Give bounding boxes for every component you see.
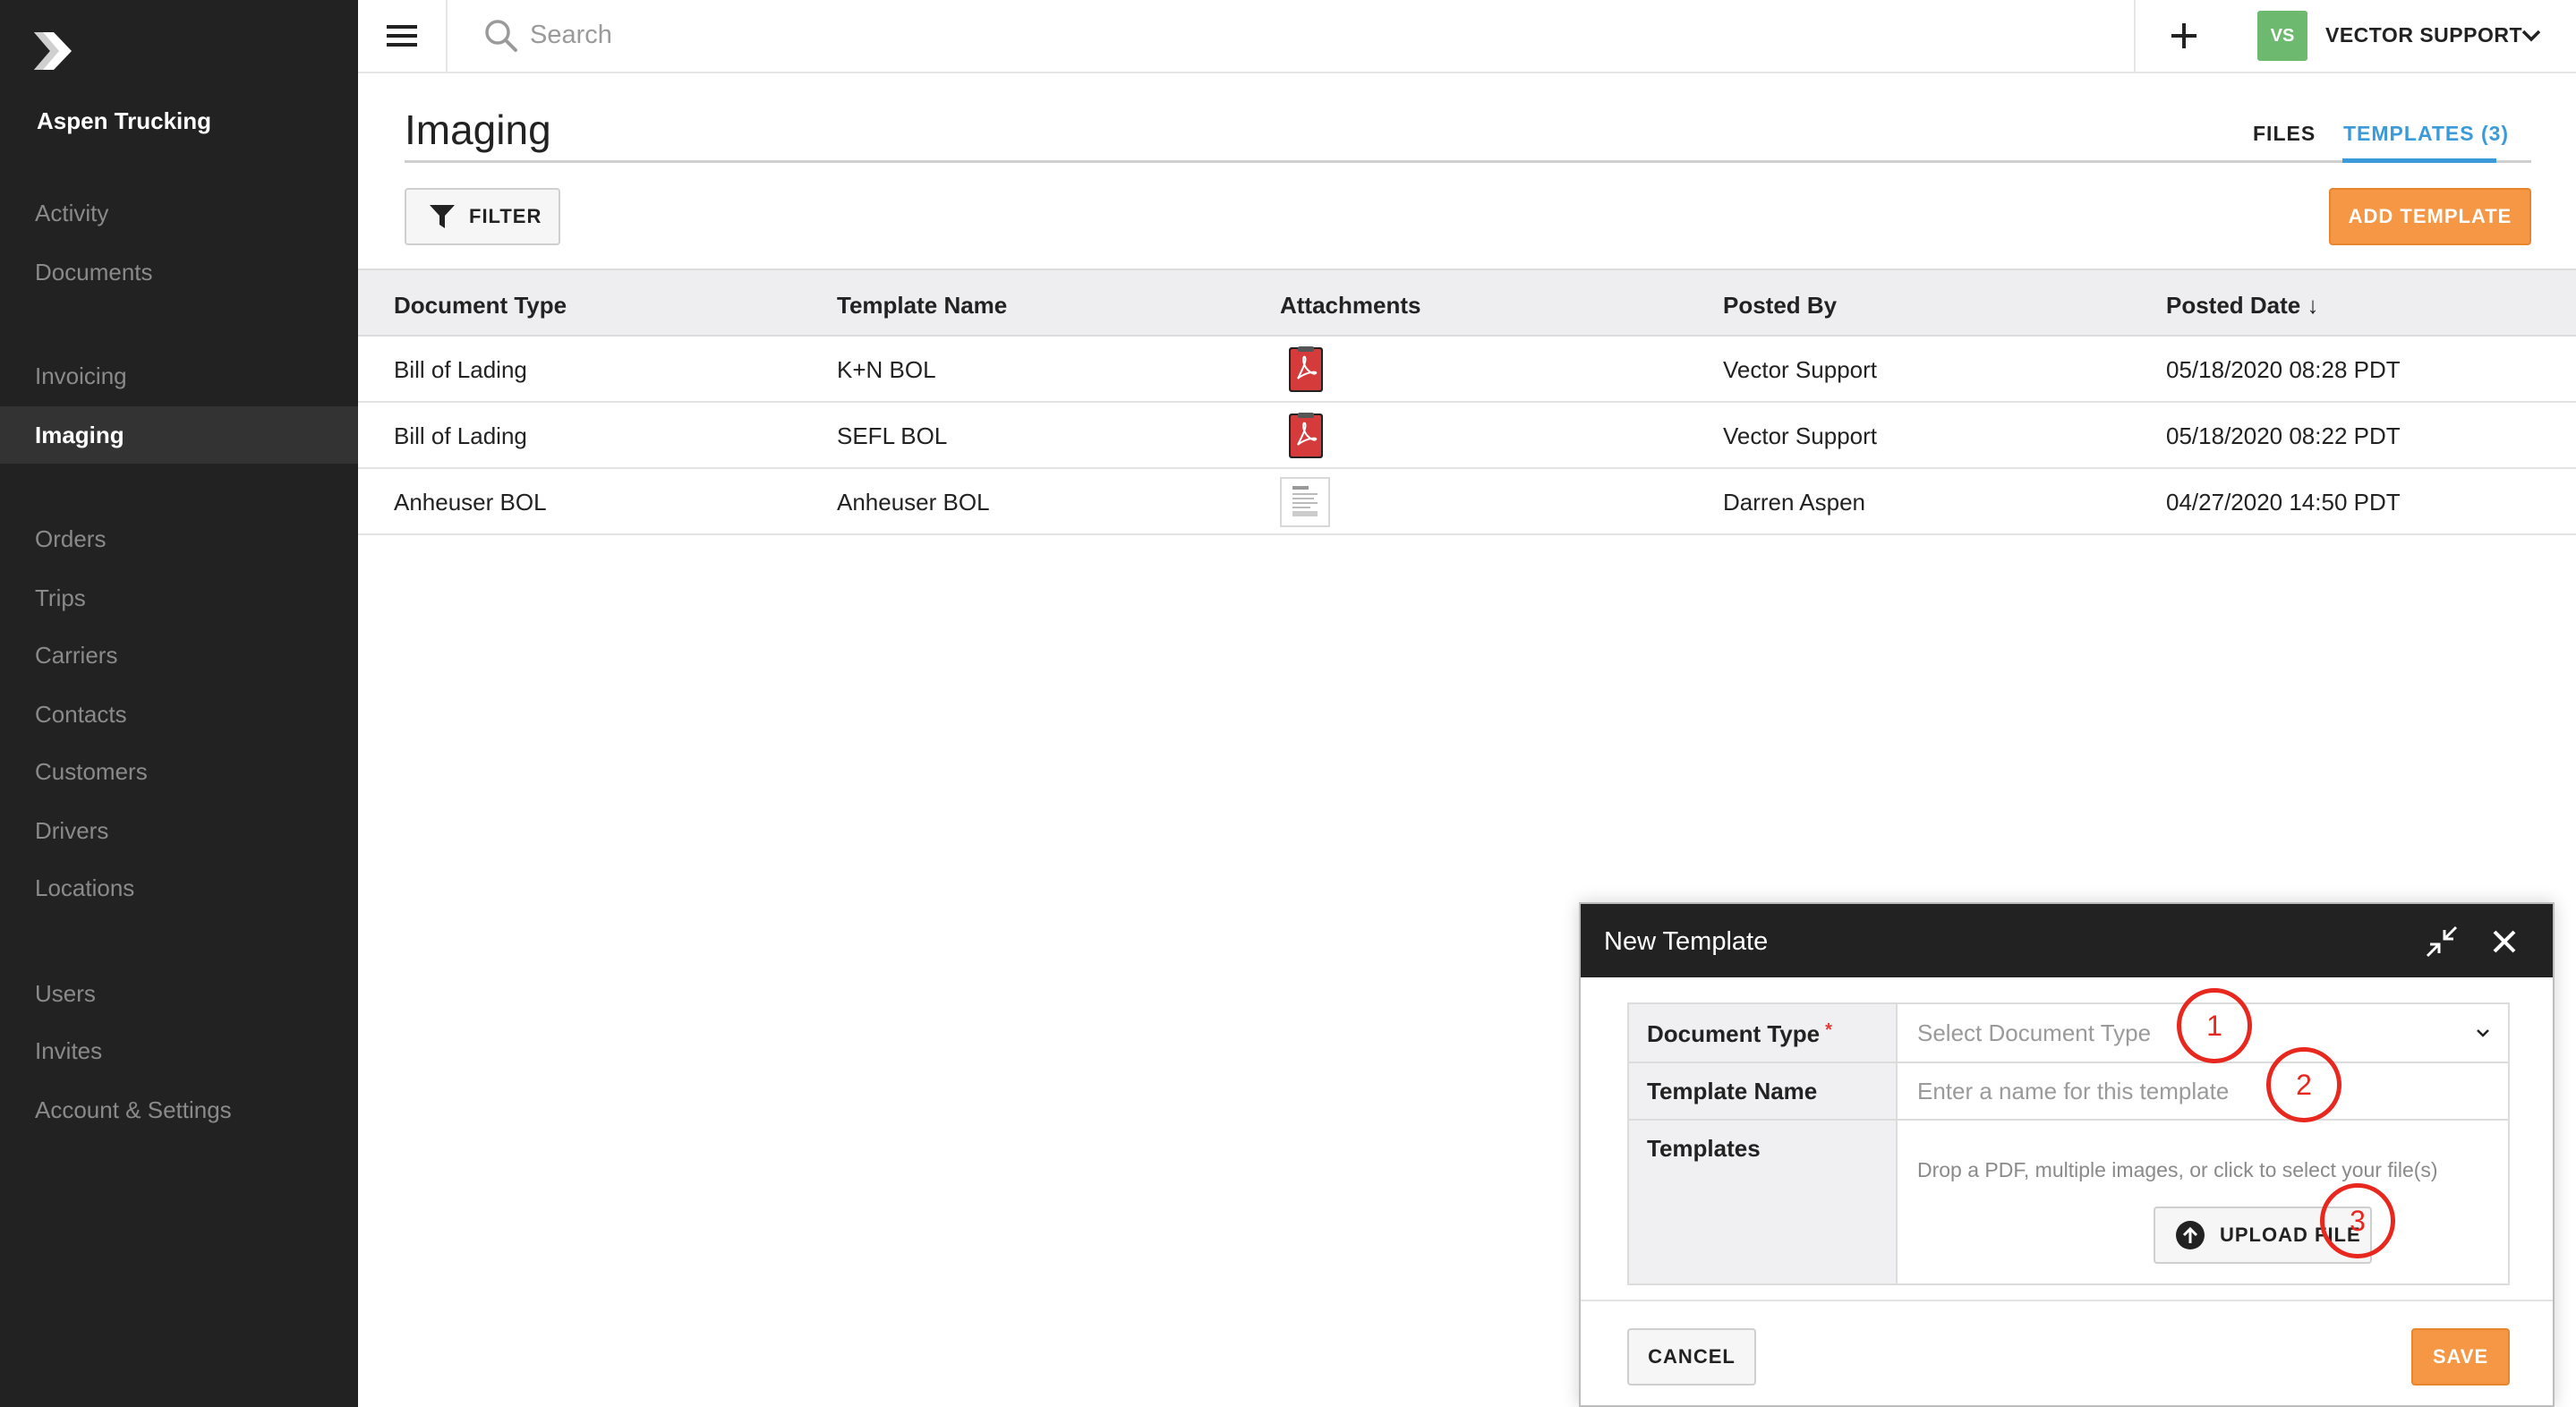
cell-posted-by: Darren Aspen [1723,489,1865,516]
modal-header: New Template [1581,904,2553,977]
filter-button-label: FILTER [469,205,542,227]
cell-document-type: Bill of Lading [394,356,527,383]
table-row[interactable]: Bill of Lading K+N BOL Vector Support 05… [358,337,2576,403]
hamburger-icon [387,25,417,47]
cancel-button[interactable]: CANCEL [1627,1328,1756,1386]
add-icon[interactable] [2166,18,2202,54]
page-title: Imaging [405,107,551,153]
app-root: Aspen Trucking Activity Documents Invoic… [0,0,2576,1407]
compress-icon[interactable] [2424,924,2460,959]
topbar-divider [2134,0,2136,72]
table-row[interactable]: Anheuser BOL Anheuser BOL Darren Aspen 0… [358,469,2576,535]
user-menu-name[interactable]: VECTOR SUPPORT [2325,23,2522,47]
template-name-label: Template Name [1647,1078,1818,1104]
cell-template-name: SEFL BOL [837,422,948,449]
active-tab-indicator [2342,158,2496,163]
cell-document-type: Bill of Lading [394,422,527,449]
cell-template-name: Anheuser BOL [837,489,990,516]
sidebar-item-carriers[interactable]: Carriers [0,627,358,684]
menu-button[interactable] [358,0,448,72]
search-input[interactable] [530,14,1335,55]
tab-files[interactable]: FILES [2253,122,2316,146]
sidebar-item-users[interactable]: Users [0,965,358,1022]
avatar[interactable]: VS [2257,11,2307,61]
chevron-down-icon[interactable] [2519,23,2544,48]
close-icon[interactable] [2486,924,2522,959]
cell-posted-date: 05/18/2020 08:22 PDT [2166,422,2401,449]
cell-posted-date: 04/27/2020 14:50 PDT [2166,489,2401,516]
search-icon [485,20,517,52]
cell-posted-date: 05/18/2020 08:28 PDT [2166,356,2401,383]
sidebar-item-documents[interactable]: Documents [0,243,358,301]
image-thumbnail-icon[interactable] [1280,477,1330,527]
sidebar-item-invites[interactable]: Invites [0,1022,358,1079]
sidebar-item-trips[interactable]: Trips [0,569,358,627]
column-header-template-name[interactable]: Template Name [837,292,1007,320]
sidebar-item-contacts[interactable]: Contacts [0,686,358,743]
document-type-label: Document Type * [1647,1020,1832,1048]
filter-button[interactable]: FILTER [405,188,560,245]
template-name-input[interactable] [1899,1063,2508,1119]
title-divider [405,160,2531,163]
sidebar-item-locations[interactable]: Locations [0,859,358,917]
sidebar-item-invoicing[interactable]: Invoicing [0,347,358,405]
templates-label: Templates [1647,1135,1761,1162]
cell-posted-by: Vector Support [1723,356,1877,383]
cell-posted-by: Vector Support [1723,422,1877,449]
company-name: Aspen Trucking [37,107,212,134]
column-header-posted-by[interactable]: Posted By [1723,292,1837,320]
templates-table: Document Type Template Name Attachments … [358,269,2576,535]
topbar: VS VECTOR SUPPORT [358,0,2576,73]
form-row-divider [1629,1119,2508,1121]
sidebar-item-imaging[interactable]: Imaging [0,406,358,464]
filter-icon [430,205,455,228]
tab-templates[interactable]: TEMPLATES (3) [2343,122,2509,146]
cell-document-type: Anheuser BOL [394,489,547,516]
annotation-marker-3: 3 [2320,1183,2395,1258]
pdf-icon[interactable] [1280,345,1330,395]
pdf-icon[interactable] [1280,411,1330,461]
annotation-marker-2: 2 [2266,1047,2341,1122]
sidebar-item-activity[interactable]: Activity [0,184,358,242]
upload-icon [2176,1221,2205,1249]
app-logo-icon[interactable] [32,30,73,72]
file-drop-zone[interactable]: Drop a PDF, multiple images, or click to… [1917,1158,2438,1182]
modal-footer-divider [1581,1300,2553,1301]
save-button[interactable]: SAVE [2411,1328,2510,1386]
cell-template-name: K+N BOL [837,356,936,383]
sidebar-item-orders[interactable]: Orders [0,510,358,567]
sidebar: Aspen Trucking Activity Documents Invoic… [0,0,358,1407]
new-template-modal: New Template Document Type * Select Docum… [1579,902,2555,1407]
column-header-posted-date[interactable]: Posted Date ↓ [2166,292,2319,320]
document-type-label-text: Document Type [1647,1020,1821,1047]
sidebar-item-drivers[interactable]: Drivers [0,802,358,859]
column-header-document-type[interactable]: Document Type [394,292,567,320]
sidebar-item-customers[interactable]: Customers [0,743,358,800]
modal-title: New Template [1604,927,1769,956]
table-row[interactable]: Bill of Lading SEFL BOL Vector Support 0… [358,403,2576,469]
annotation-marker-1: 1 [2177,988,2252,1063]
required-mark: * [1825,1020,1832,1040]
document-type-placeholder: Select Document Type [1917,1019,2152,1046]
add-template-button[interactable]: ADD TEMPLATE [2329,188,2531,245]
chevron-down-icon[interactable] [2472,1022,2494,1044]
column-header-attachments[interactable]: Attachments [1280,292,1420,320]
sidebar-item-account-settings[interactable]: Account & Settings [0,1081,358,1138]
table-header: Document Type Template Name Attachments … [358,269,2576,337]
